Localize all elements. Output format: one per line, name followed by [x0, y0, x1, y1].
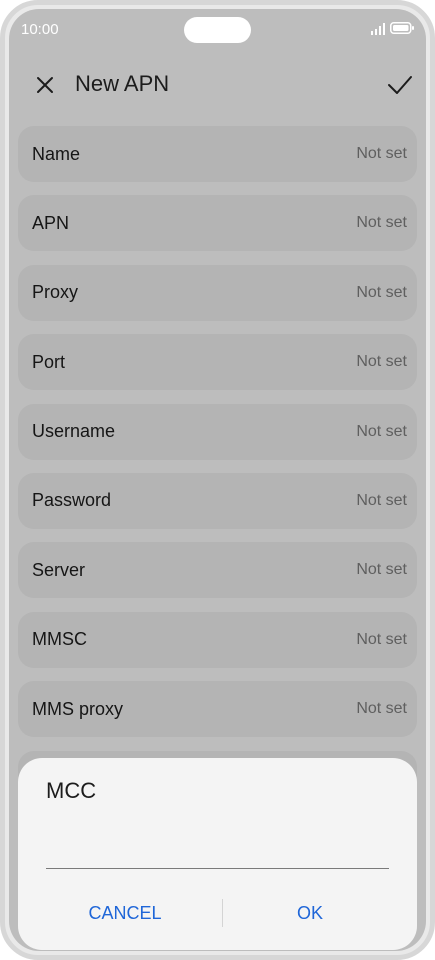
camera-cutout [184, 17, 251, 43]
mcc-dialog: MCC CANCEL OK [18, 758, 417, 950]
screen: 10:00 New APN Name Not set APN Not set P… [9, 9, 426, 951]
setting-row-mms-proxy[interactable]: MMS proxy Not set [18, 681, 417, 738]
dialog-actions: CANCEL OK [18, 893, 417, 933]
status-time: 10:00 [21, 21, 59, 38]
setting-label: Server [32, 559, 86, 580]
setting-row-name[interactable]: Name Not set [18, 126, 417, 182]
battery-icon [390, 22, 414, 34]
setting-label: MMSC [32, 629, 87, 650]
setting-value: Not set [356, 491, 407, 509]
signal-icon [371, 23, 385, 35]
setting-value: Not set [356, 145, 407, 162]
dialog-title: MCC [46, 778, 97, 803]
ok-button[interactable]: OK [215, 893, 405, 933]
setting-label: MMS proxy [32, 698, 124, 719]
setting-value: Not set [356, 422, 407, 440]
setting-row-server[interactable]: Server Not set [18, 542, 417, 599]
setting-label: Port [32, 351, 66, 372]
apn-settings-list: Name Not set APN Not set Proxy Not set P… [18, 126, 417, 820]
setting-row-username[interactable]: Username Not set [18, 403, 417, 460]
setting-row-mmsc[interactable]: MMSC Not set [18, 611, 417, 668]
setting-value: Not set [356, 630, 407, 648]
setting-label: Username [32, 421, 116, 442]
setting-value: Not set [356, 214, 407, 232]
setting-value: Not set [356, 283, 407, 301]
status-bar: 10:00 [9, 9, 426, 53]
setting-value: Not set [356, 353, 407, 371]
setting-row-port[interactable]: Port Not set [18, 334, 417, 391]
setting-label: APN [32, 212, 70, 233]
mcc-input[interactable] [46, 828, 389, 869]
cancel-button[interactable]: CANCEL [30, 893, 220, 933]
setting-row-password[interactable]: Password Not set [18, 472, 417, 529]
setting-label: Password [32, 490, 112, 511]
setting-value: Not set [356, 700, 407, 718]
setting-label: Name [32, 143, 81, 164]
setting-label: Proxy [32, 282, 79, 303]
check-icon[interactable] [386, 71, 414, 99]
device-frame: 10:00 New APN Name Not set APN Not set P… [0, 0, 435, 960]
close-icon[interactable] [33, 73, 57, 97]
page-title: New APN [75, 71, 170, 96]
setting-row-proxy[interactable]: Proxy Not set [18, 264, 417, 321]
app-bar: New APN [9, 61, 426, 109]
setting-row-apn[interactable]: APN Not set [18, 195, 417, 252]
setting-value: Not set [356, 561, 407, 579]
